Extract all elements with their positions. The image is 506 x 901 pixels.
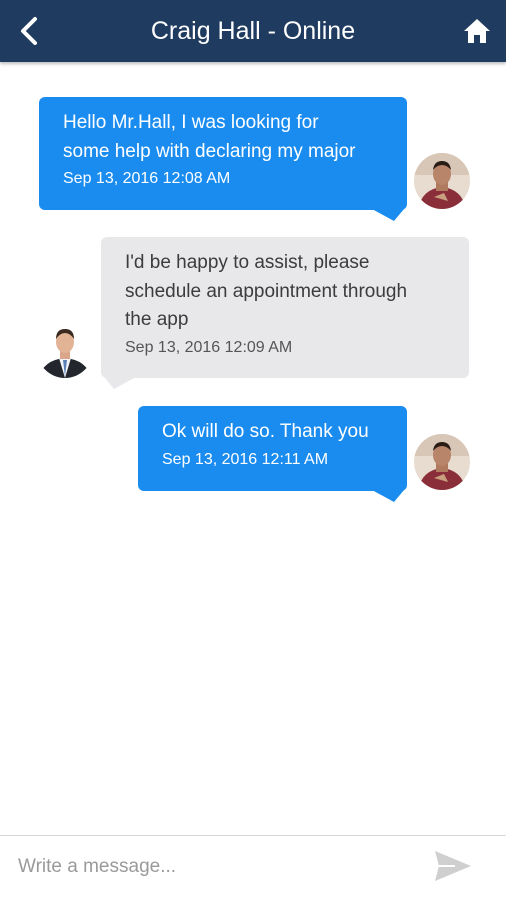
message-timestamp: Sep 13, 2016 12:08 AM (63, 170, 231, 187)
message-timestamp: Sep 13, 2016 12:11 AM (162, 450, 329, 468)
bubble-tail (372, 209, 404, 221)
bubble-tail (372, 490, 404, 502)
message-composer (0, 835, 506, 901)
chat-bubble: Ok will do so. Thank you Sep 13, 2016 12… (138, 406, 407, 491)
avatar[interactable] (37, 322, 93, 378)
message-text: Ok will do so. Thank you (162, 421, 369, 442)
send-button[interactable] (430, 846, 476, 886)
student-avatar-image (414, 434, 470, 490)
chat-bubble: Hello Mr.Hall, I was looking for some he… (39, 97, 407, 210)
message-timestamp: Sep 13, 2016 12:09 AM (125, 338, 293, 356)
bubble-tail (104, 377, 136, 389)
advisor-avatar-image (37, 322, 93, 378)
home-icon (464, 19, 490, 43)
app-header: Craig Hall - Online (0, 0, 506, 62)
home-button[interactable] (462, 16, 492, 46)
message-input[interactable] (16, 844, 410, 890)
avatar[interactable] (414, 434, 470, 490)
chat-bubble: I'd be happy to assist, please schedule … (101, 237, 469, 378)
back-button[interactable] (12, 13, 46, 49)
message-text: Hello Mr.Hall, I was looking for some he… (63, 112, 356, 162)
avatar[interactable] (414, 153, 470, 209)
page-title: Craig Hall - Online (150, 17, 356, 45)
message-text: I'd be happy to assist, please schedule … (125, 252, 408, 330)
chevron-left-icon (21, 17, 37, 45)
send-icon (435, 851, 471, 881)
student-avatar-image (414, 153, 470, 209)
